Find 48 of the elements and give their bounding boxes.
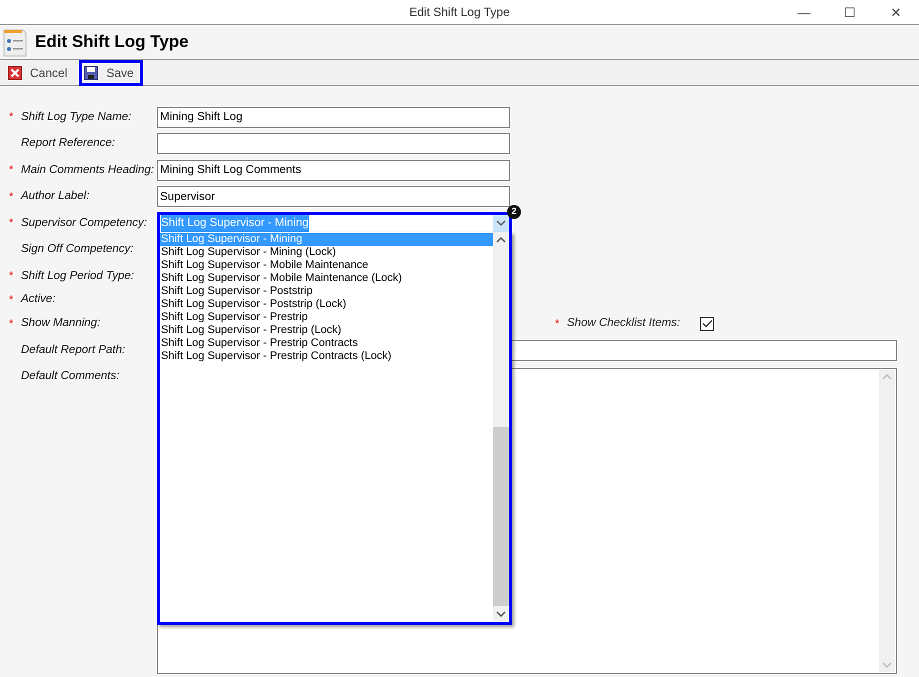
minimize-button[interactable]: — <box>781 0 827 25</box>
checkbox[interactable] <box>700 316 714 331</box>
text-input[interactable]: Mining Shift Log Comments <box>157 160 510 181</box>
scroll-down-icon[interactable] <box>496 610 506 617</box>
field-label: Shift Log Type Name: <box>21 110 132 125</box>
text-input[interactable]: Mining Shift Log <box>157 106 510 128</box>
field-label: Default Comments: <box>21 368 120 384</box>
dropdown-option[interactable]: Shift Log Supervisor - Poststrip (Lock) <box>160 298 493 311</box>
document-list-icon <box>3 27 27 57</box>
scroll-up-icon[interactable] <box>496 236 506 243</box>
maximize-button[interactable]: ☐ <box>827 0 873 25</box>
text-input[interactable] <box>157 133 510 154</box>
required-marker: * <box>9 269 14 284</box>
save-button[interactable]: Save <box>79 60 143 86</box>
field-label: Show Manning: <box>21 316 100 332</box>
field-label: Active: <box>21 292 56 308</box>
field-label: Shift Log Period Type: <box>21 268 134 284</box>
page-title: Edit Shift Log Type <box>35 31 189 54</box>
dropdown-option[interactable]: Shift Log Supervisor - Mobile Maintenance (Lock) <box>160 272 493 285</box>
text-input[interactable]: Supervisor <box>157 186 510 208</box>
field-label: Supervisor Competency: <box>21 216 147 231</box>
required-marker: * <box>9 110 14 125</box>
chevron-down-icon <box>496 220 506 226</box>
dropdown-option[interactable]: Shift Log Supervisor - Prestrip Contracts (Lock) <box>160 350 493 363</box>
dropdown-option[interactable]: Shift Log Supervisor - Prestrip (Lock) <box>160 324 493 337</box>
required-marker: * <box>9 190 14 204</box>
required-marker: * <box>9 316 14 332</box>
cancel-button[interactable]: Cancel <box>3 60 76 86</box>
field-label: Default Report Path: <box>21 342 126 358</box>
dropdown-option[interactable]: Shift Log Supervisor - Prestrip <box>160 310 493 324</box>
required-marker: * <box>9 292 14 308</box>
window-title: Edit Shift Log Type <box>409 4 510 21</box>
required-marker: * <box>9 163 14 178</box>
close-icon <box>8 66 22 80</box>
field-label: Report Reference: <box>21 136 115 152</box>
required-marker: * <box>555 316 560 332</box>
field-label: Author Label: <box>21 189 90 204</box>
close-button[interactable]: ✕ <box>873 0 919 25</box>
dropdown-option[interactable]: Shift Log Supervisor - Mining (Lock) <box>160 246 493 259</box>
callout-badge: 2 <box>507 204 521 219</box>
required-marker: * <box>9 216 14 231</box>
field-label: Main Comments Heading: <box>21 162 154 178</box>
field-label: Show Checklist Items: <box>567 316 680 332</box>
dropdown-option[interactable]: Shift Log Supervisor - Prestrip Contracts <box>160 336 493 350</box>
dropdown-option[interactable]: Shift Log Supervisor - Poststrip <box>160 284 493 298</box>
dropdown-option[interactable]: Shift Log Supervisor - Mobile Maintenance <box>160 258 493 272</box>
field-label: Sign Off Competency: <box>21 242 134 258</box>
scrollbar-thumb[interactable] <box>493 426 509 606</box>
